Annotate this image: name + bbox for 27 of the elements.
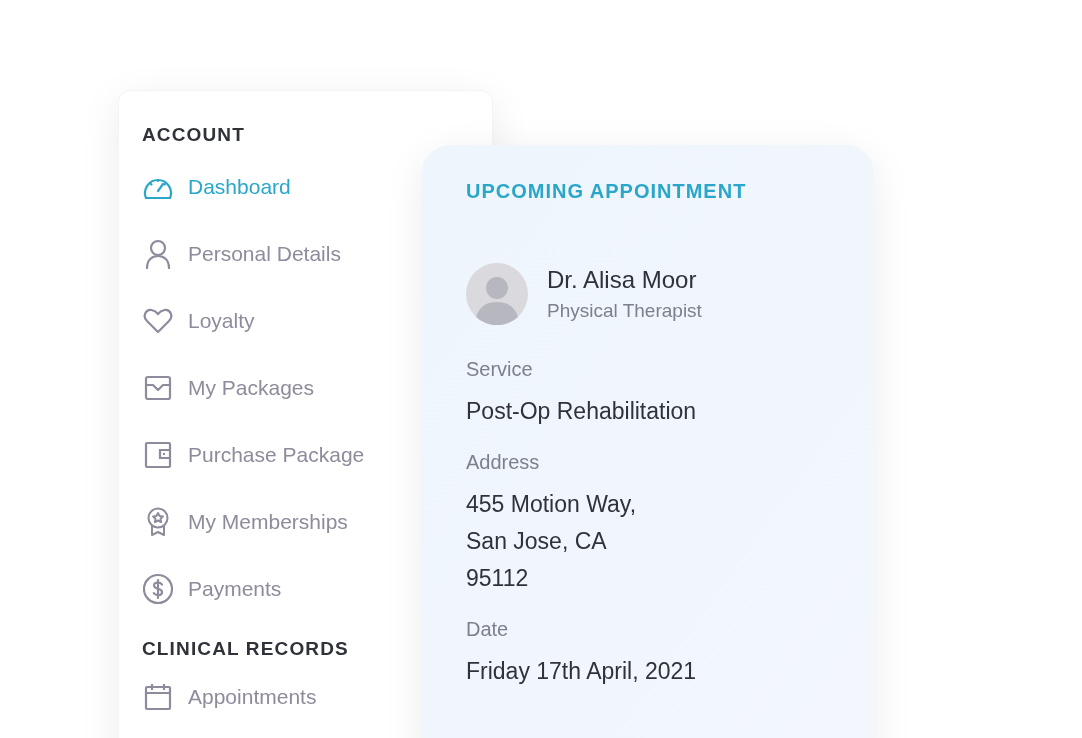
sidebar-item[interactable]: Personal Details (142, 237, 341, 271)
heart-icon (143, 308, 173, 334)
sidebar-item[interactable]: My Memberships (142, 505, 348, 539)
field-value: Friday 17th April, 2021 (466, 657, 697, 686)
card-title: UPCOMING APPOINTMENT (466, 181, 748, 201)
field-label: Address (466, 452, 540, 472)
wallet-icon (144, 441, 172, 469)
badge-icon (145, 507, 171, 537)
dollar-icon (142, 573, 174, 605)
field-label: Date (466, 619, 509, 639)
practitioner-name: Dr. Alisa Moor (547, 265, 698, 296)
sidebar-item[interactable]: Appointments (142, 680, 317, 714)
inbox-icon (144, 374, 172, 402)
field-value: 455 Motion Way, San Jose, CA 95112 (466, 490, 637, 593)
sidebar-item[interactable]: Payments (142, 572, 282, 606)
sidebar-item[interactable]: My Packages (142, 371, 315, 405)
sidebar-item[interactable]: Loyalty (142, 304, 255, 338)
avatar (466, 263, 528, 325)
field-value: Post-Op Rehabilitation (466, 397, 697, 426)
section-heading: CLINICAL RECORDS (142, 639, 350, 658)
practitioner-role: Physical Therapist (547, 299, 702, 323)
field-label: Service (466, 359, 533, 379)
person-icon (144, 239, 172, 269)
calendar-icon (144, 683, 172, 711)
sidebar-item[interactable]: Dashboard (142, 170, 291, 204)
section-heading: ACCOUNT (142, 125, 246, 144)
sidebar-item[interactable]: Purchase Package (142, 438, 365, 472)
